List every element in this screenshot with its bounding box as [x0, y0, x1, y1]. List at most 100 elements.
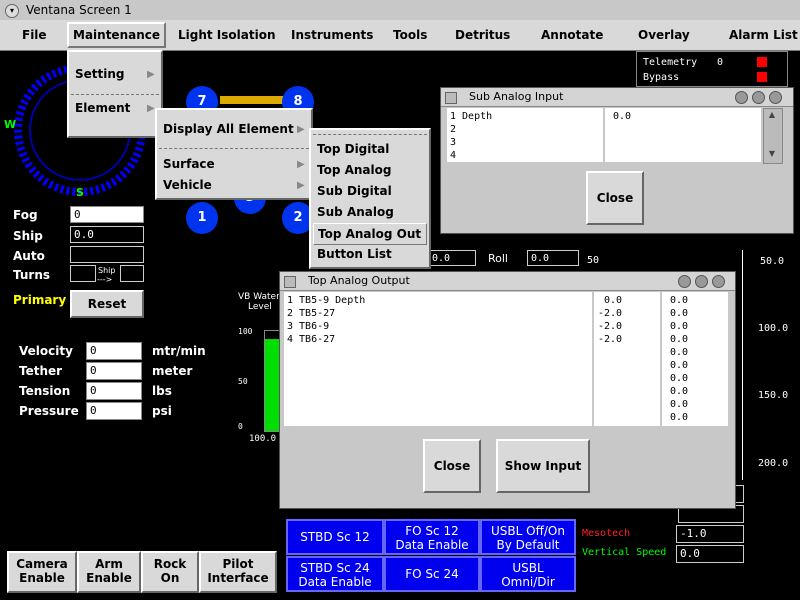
menu-item-setting[interactable]: Setting: [75, 64, 125, 84]
pressure-unit: psi: [152, 404, 172, 418]
telemetry-alarm-indicator: [757, 57, 767, 67]
window-titlebar[interactable]: ▾ Ventana Screen 1: [0, 0, 800, 21]
auto-field[interactable]: [70, 246, 144, 263]
depth-scale-line: [742, 250, 743, 480]
top-analog-close-button[interactable]: Close: [423, 439, 481, 493]
pressure-field[interactable]: 0: [86, 402, 142, 420]
mid-scale-tick: 50: [587, 255, 600, 266]
menu-item-element[interactable]: Element: [75, 98, 130, 118]
telemetry-value: 0: [717, 57, 724, 68]
window-menu-icon[interactable]: ▾: [5, 4, 19, 18]
tether-field[interactable]: 0: [86, 362, 142, 380]
show-input-button[interactable]: Show Input: [496, 439, 590, 493]
menu-light-isolation[interactable]: Light Isolation: [178, 20, 276, 50]
rock-on-line2: On: [160, 571, 180, 585]
vb-tick-50: 50: [238, 377, 248, 386]
fo-sc12-button[interactable]: FO Sc 12 Data Enable: [384, 519, 480, 555]
telemetry-label: Telemetry: [643, 57, 698, 68]
top-analog-window-menu-icon[interactable]: [284, 276, 296, 288]
rock-on-button[interactable]: Rock On: [141, 551, 199, 593]
vb-water-label-line2: Level: [248, 302, 272, 312]
top-analog-minimize-icon[interactable]: [678, 275, 691, 288]
menu-item-vehicle[interactable]: Vehicle: [163, 175, 212, 195]
turns-ship-field[interactable]: [120, 265, 144, 282]
fo-sc12-line1: FO Sc 12: [405, 524, 459, 538]
camera-enable-line1: Camera: [16, 557, 68, 571]
value-cell: 0.0: [670, 308, 689, 319]
vertical-speed-field[interactable]: 0.0: [676, 545, 744, 563]
list-item: 1 TB5-9 Depth: [287, 295, 366, 306]
pitch-field[interactable]: 0.0: [428, 250, 476, 266]
stbd-sc12-button[interactable]: STBD Sc 12: [286, 519, 384, 555]
display-all-submenu-arrow-icon: ▶: [297, 124, 305, 135]
menu-item-top-analog-out[interactable]: Top Analog Out: [313, 223, 427, 245]
sub-analog-minimize-icon[interactable]: [735, 91, 748, 104]
list-item: 3: [450, 137, 457, 148]
menu-instruments[interactable]: Instruments: [291, 20, 373, 50]
roll-label: Roll: [488, 252, 508, 265]
menu-item-button-list[interactable]: Button List: [317, 244, 392, 264]
sub-analog-titlebar[interactable]: Sub Analog Input: [441, 88, 793, 107]
list-item: 4 TB6-27: [287, 334, 336, 345]
usbl-offon-line2: By Default: [496, 538, 560, 552]
sub-analog-close-icon[interactable]: [769, 91, 782, 104]
fog-label: Fog: [13, 208, 38, 222]
scroll-up-icon[interactable]: ▲: [765, 110, 779, 122]
top-analog-close-icon[interactable]: [712, 275, 725, 288]
value-cell: 0.0: [670, 321, 689, 332]
camera-enable-button[interactable]: Camera Enable: [7, 551, 77, 593]
menu-item-display-all-element[interactable]: Display All Element: [163, 119, 294, 139]
menu-item-sub-analog[interactable]: Sub Analog: [317, 202, 394, 222]
roll-field[interactable]: 0.0: [527, 250, 579, 266]
list-item: 2 TB5-27: [287, 308, 336, 319]
element-submenu: Display All Element ▶ Surface ▶ Vehicle …: [155, 108, 313, 200]
menu-annotate[interactable]: Annotate: [541, 20, 603, 50]
tension-field[interactable]: 0: [86, 382, 142, 400]
usbl-offon-button[interactable]: USBL Off/On By Default: [480, 519, 576, 555]
stbd-sc24-button[interactable]: STBD Sc 24 Data Enable: [286, 556, 384, 592]
sub-analog-list[interactable]: 1 Depth 2 3 4: [447, 108, 603, 162]
reset-turn-button[interactable]: Reset Turn: [70, 290, 144, 335]
menu-item-top-digital[interactable]: Top Digital: [317, 139, 389, 159]
menu-item-top-analog[interactable]: Top Analog: [317, 160, 391, 180]
pressure-label: Pressure: [19, 404, 79, 418]
velocity-field[interactable]: 0: [86, 342, 142, 360]
turns-label: Turns: [13, 268, 51, 282]
menu-overlay[interactable]: Overlay: [638, 20, 690, 50]
menu-alarm-list[interactable]: Alarm List: [729, 20, 798, 50]
sub-analog-close-button[interactable]: Close: [586, 171, 644, 225]
tension-unit: lbs: [152, 384, 172, 398]
top-analog-output-titlebar[interactable]: Top Analog Output: [280, 272, 735, 291]
fo-sc24-button[interactable]: FO Sc 24: [384, 556, 480, 592]
thruster-1[interactable]: 1: [186, 202, 218, 234]
value-cell: 0.0: [670, 412, 689, 423]
stbd-sc24-line2: Data Enable: [298, 575, 372, 589]
top-analog-output-list[interactable]: 1 TB5-9 Depth 2 TB5-27 3 TB6-9 4 TB6-27: [284, 292, 592, 426]
sub-analog-window-menu-icon[interactable]: [445, 92, 457, 104]
menu-detritus[interactable]: Detritus: [455, 20, 510, 50]
usbl-omnidir-button[interactable]: USBL Omni/Dir: [480, 556, 576, 592]
menu-item-surface[interactable]: Surface: [163, 154, 215, 174]
fog-field[interactable]: 0: [70, 206, 144, 223]
mesotech-field[interactable]: -1.0: [676, 525, 744, 543]
arm-enable-button[interactable]: Arm Enable: [77, 551, 141, 593]
pilot-interface-button[interactable]: Pilot Interface: [199, 551, 277, 593]
ship-field[interactable]: 0.0: [70, 226, 144, 243]
menu-tools[interactable]: Tools: [393, 20, 427, 50]
top-analog-maximize-icon[interactable]: [695, 275, 708, 288]
list-item: 3 TB6-9: [287, 321, 330, 332]
sub-analog-input-window: Sub Analog Input 1 Depth 2 3 4 0.0 ▲ ▼ C…: [440, 87, 794, 234]
sub-analog-scrollbar[interactable]: ▲ ▼: [763, 108, 783, 164]
usbl-offon-line1: USBL Off/On: [491, 524, 565, 538]
menu-maintenance[interactable]: Maintenance: [67, 22, 167, 48]
menu-file[interactable]: File: [22, 20, 47, 50]
vb-water-label-line1: VB Water: [238, 292, 280, 302]
usbl-omnidir-line2: Omni/Dir: [501, 575, 555, 589]
turns-field[interactable]: [70, 265, 96, 282]
menu-item-sub-digital[interactable]: Sub Digital: [317, 181, 392, 201]
value-cell: 0.0: [670, 347, 689, 358]
scroll-down-icon[interactable]: ▼: [765, 149, 779, 161]
sub-analog-maximize-icon[interactable]: [752, 91, 765, 104]
depth-tick-150: 150.0: [758, 390, 789, 401]
list-item: 2: [450, 124, 457, 135]
